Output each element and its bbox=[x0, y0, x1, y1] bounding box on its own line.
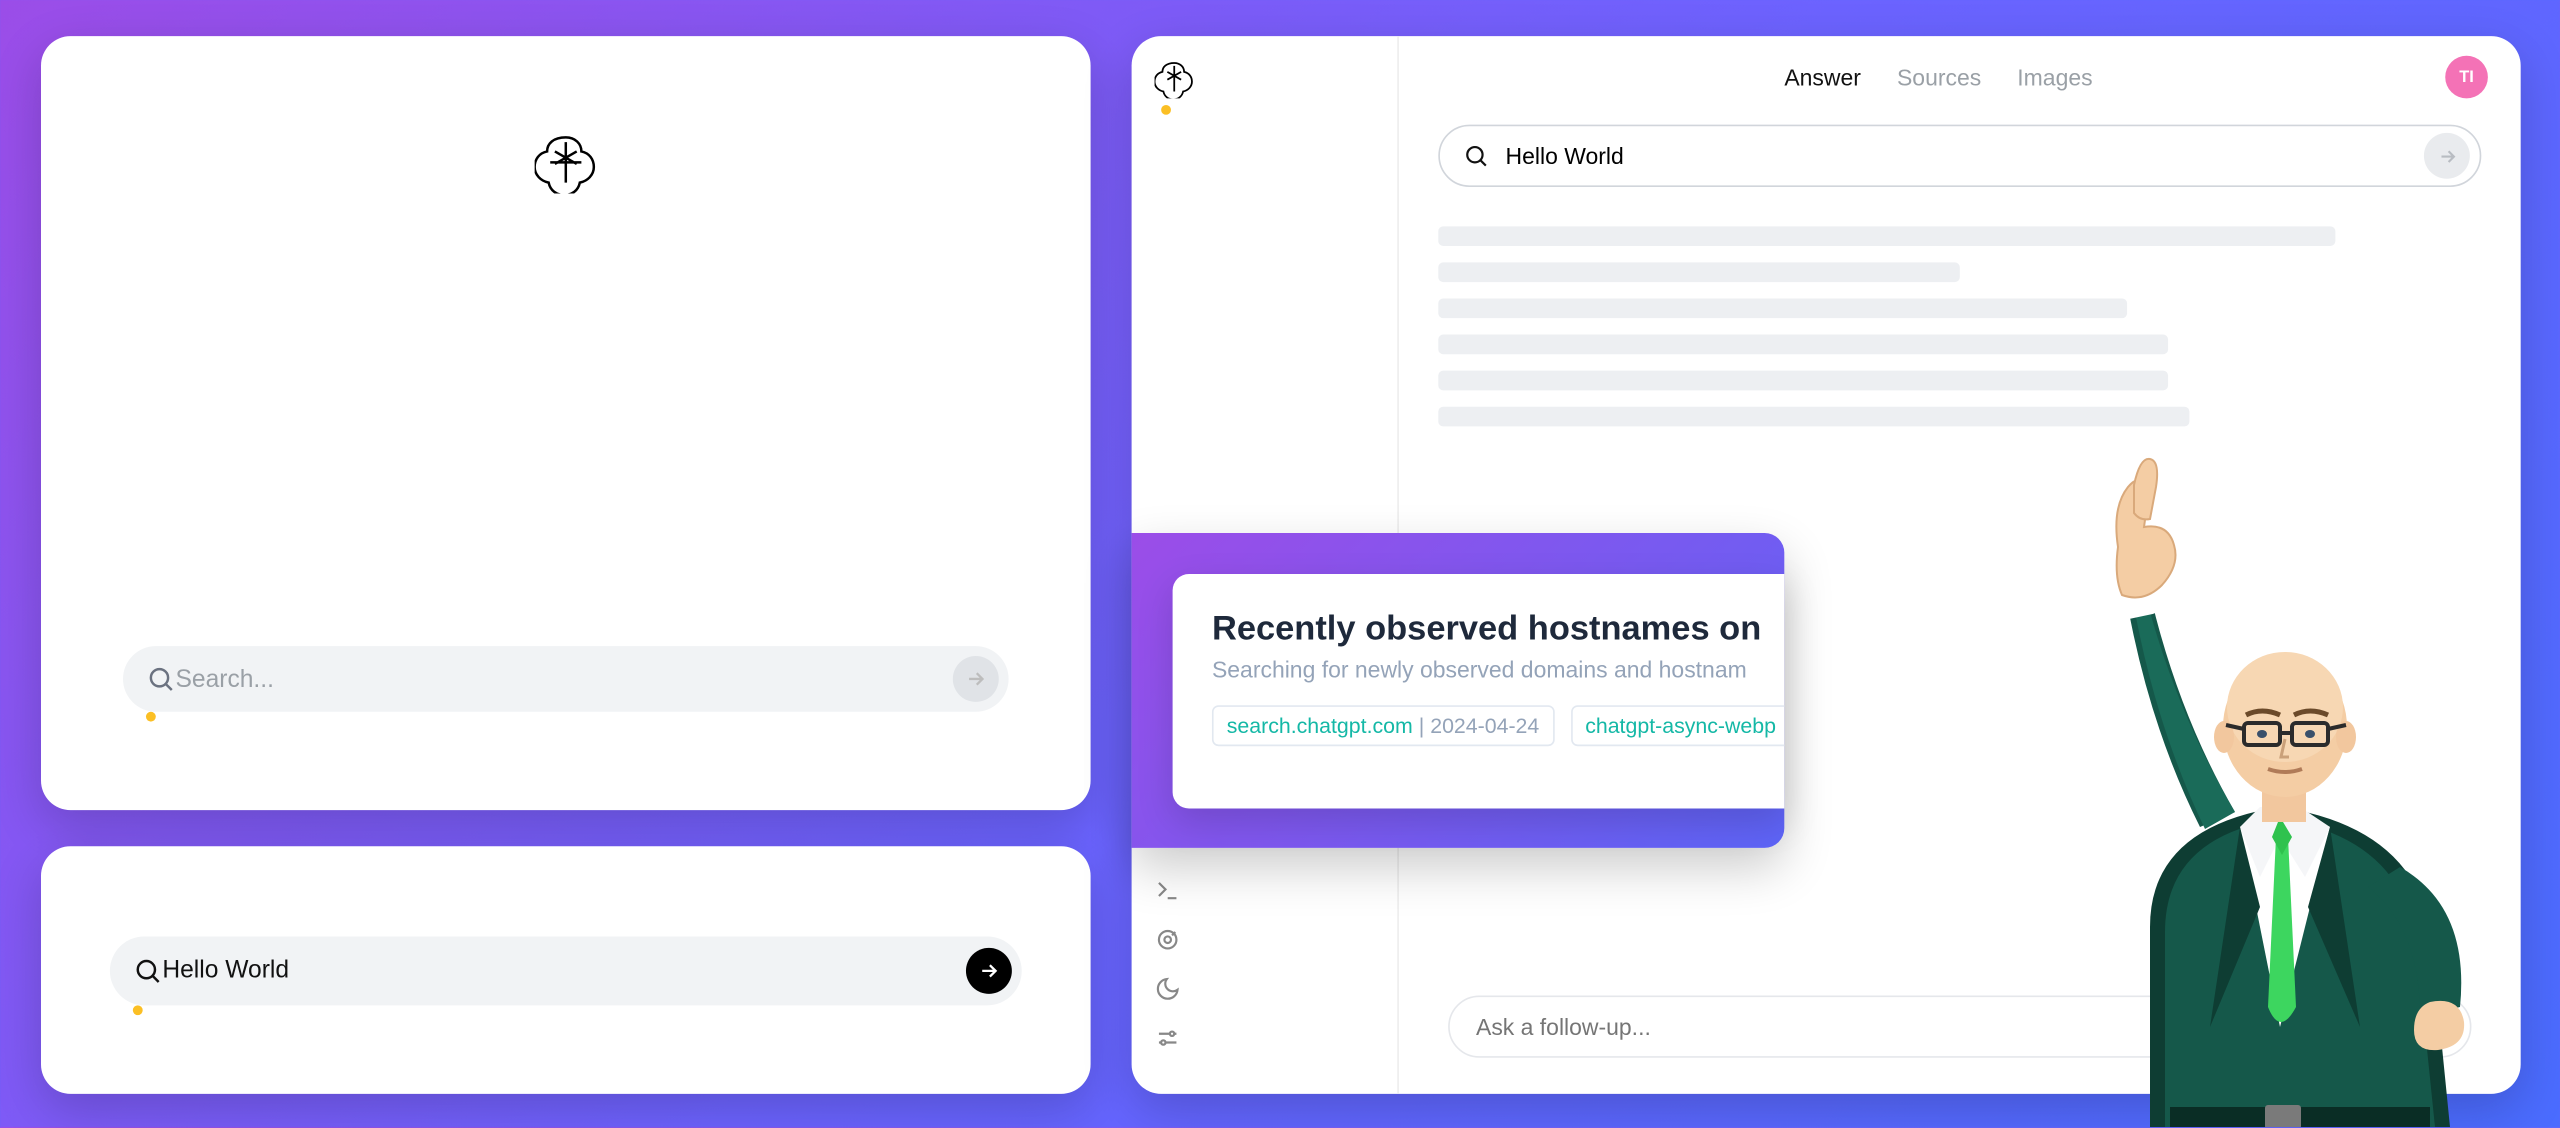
moon-icon[interactable] bbox=[1155, 976, 1181, 1002]
sliders-icon[interactable] bbox=[1155, 1025, 1181, 1051]
panel-empty-search bbox=[41, 36, 1091, 810]
chip-hostname: chatgpt-async-webp bbox=[1585, 713, 1776, 738]
search-icon bbox=[133, 955, 163, 985]
panel-filled-search bbox=[41, 846, 1091, 1094]
tabs: Answer Sources Images bbox=[1784, 64, 2092, 90]
avatar[interactable]: TI bbox=[2445, 56, 2488, 99]
tab-images[interactable]: Images bbox=[2017, 64, 2092, 90]
terminal-icon[interactable] bbox=[1155, 877, 1181, 903]
character-illustration bbox=[2000, 407, 2560, 1127]
search-icon bbox=[1463, 143, 1489, 169]
chip-date: 2024-04-24 bbox=[1430, 713, 1539, 738]
submit-button[interactable] bbox=[966, 947, 1012, 993]
submit-button[interactable] bbox=[953, 656, 999, 702]
target-icon[interactable] bbox=[1155, 927, 1181, 953]
card-subtitle: Searching for newly observed domains and… bbox=[1212, 656, 1745, 682]
top-bar: Answer Sources Images TI bbox=[1399, 36, 2521, 118]
indicator-dot bbox=[1161, 105, 1171, 115]
search-input[interactable] bbox=[1506, 143, 2408, 169]
search-input[interactable] bbox=[162, 956, 966, 984]
indicator-dot bbox=[133, 1005, 143, 1015]
tab-sources[interactable]: Sources bbox=[1897, 64, 1981, 90]
search-pill[interactable] bbox=[110, 936, 1022, 1005]
host-chip[interactable]: chatgpt-async-webp bbox=[1570, 705, 1784, 746]
chips-row: search.chatgpt.com | 2024-04-24 chatgpt-… bbox=[1212, 705, 1745, 746]
hostnames-card: Recently observed hostnames on Searching… bbox=[1132, 533, 1785, 848]
loading-skeleton bbox=[1438, 226, 2481, 426]
search-input[interactable] bbox=[175, 665, 952, 693]
app-logo-small[interactable] bbox=[1155, 59, 1375, 98]
submit-button[interactable] bbox=[2424, 133, 2470, 179]
search-pill[interactable] bbox=[123, 646, 1009, 712]
chip-hostname: search.chatgpt.com bbox=[1227, 713, 1413, 738]
host-chip[interactable]: search.chatgpt.com | 2024-04-24 bbox=[1212, 705, 1554, 746]
card-title: Recently observed hostnames on bbox=[1212, 610, 1745, 649]
app-logo bbox=[41, 131, 1091, 193]
indicator-dot bbox=[146, 712, 156, 722]
search-bar[interactable] bbox=[1438, 125, 2481, 187]
tab-answer[interactable]: Answer bbox=[1784, 64, 1861, 90]
search-icon bbox=[146, 664, 176, 694]
